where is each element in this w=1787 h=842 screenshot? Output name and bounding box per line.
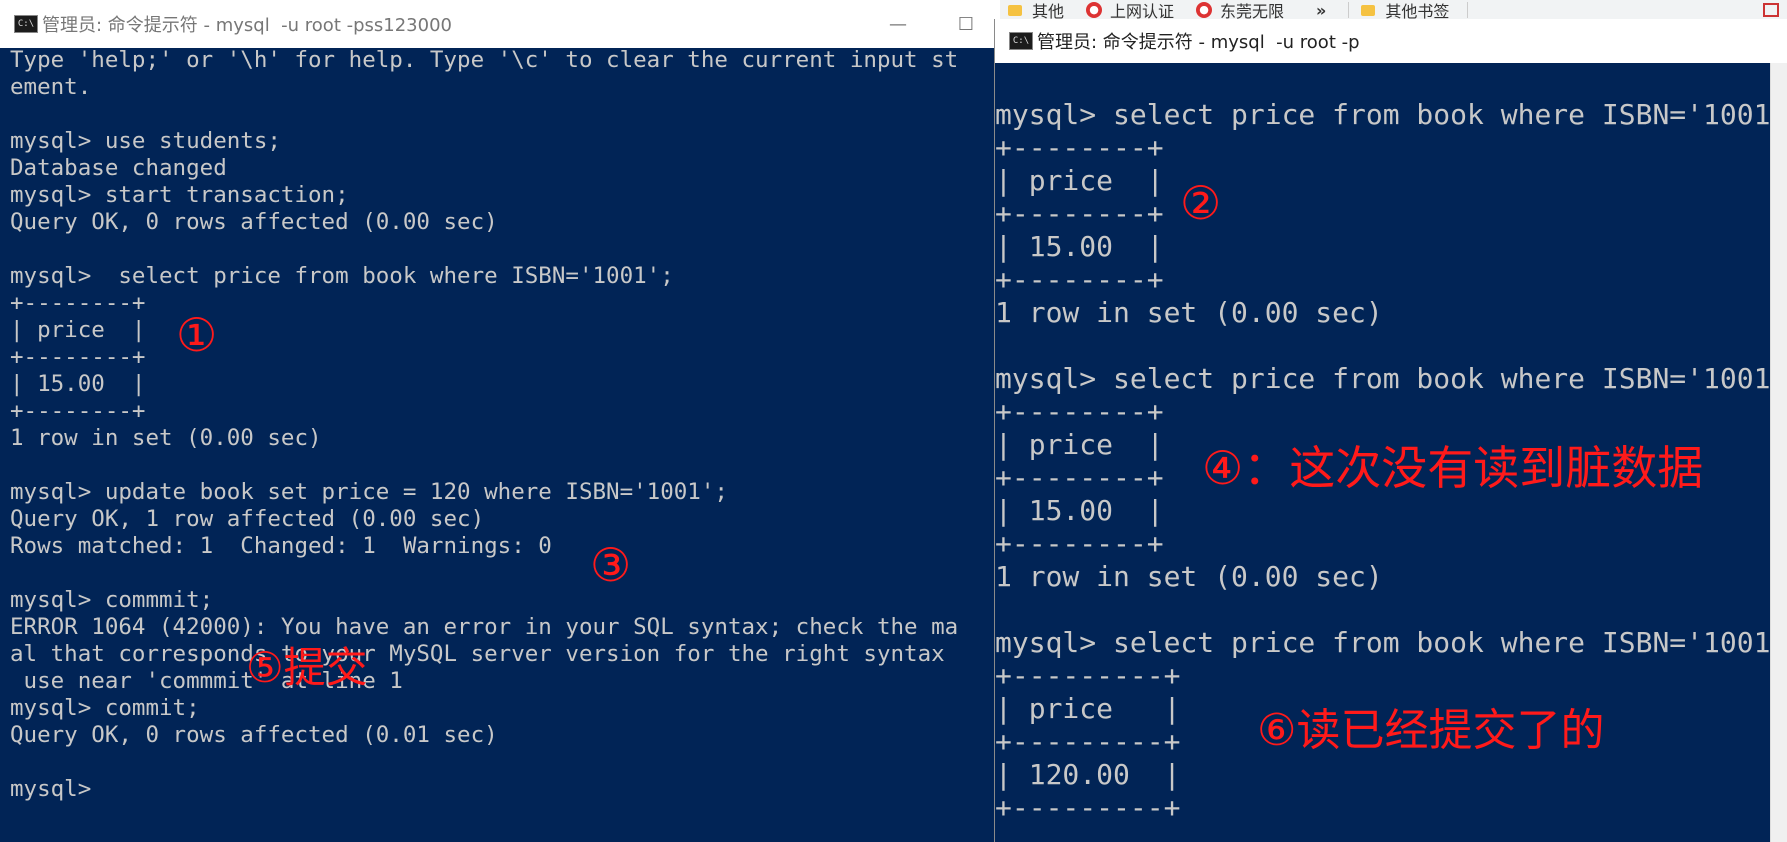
console-line: | 120.00 |	[995, 758, 1181, 791]
console-output[interactable]: Type 'help;' or '\h' for help. Type '\c'…	[10, 47, 1000, 803]
reading-list-icon[interactable]	[1763, 3, 1779, 17]
folder-icon	[1361, 4, 1376, 16]
window-title: 管理员: 命令提示符 - mysql -u root -pss123000	[42, 15, 452, 36]
separator	[1348, 2, 1350, 18]
console-line: mysql> start transaction;	[10, 182, 349, 208]
bookmark-dongguan[interactable]: ● 东莞无限	[1188, 0, 1298, 21]
console-line: Query OK, 1 row affected (0.00 sec)	[10, 506, 485, 532]
console-line: Query OK, 0 rows affected (0.01 sec)	[10, 722, 498, 748]
maximize-button[interactable]: ☐	[932, 0, 1000, 48]
minimize-button[interactable]: —	[864, 0, 932, 48]
console-line: +--------+	[995, 263, 1164, 296]
annotation-step-5: ⑤提交	[246, 643, 368, 692]
console-line: | 15.00 |	[995, 494, 1164, 527]
console-line: ement.	[10, 74, 92, 100]
console-line: | 15.00 |	[995, 230, 1164, 263]
console-line: ERROR 1064 (42000): You have an error in…	[10, 614, 959, 640]
console-line: mysql>	[10, 776, 92, 802]
console-line: +--------+	[995, 527, 1164, 560]
console-line: +--------+	[10, 290, 146, 316]
console-line: mysql> select price from book where ISBN…	[10, 263, 674, 289]
console-line: al that corresponds to your MySQL server…	[10, 641, 945, 667]
console-line: +--------+	[10, 344, 146, 370]
console-line: mysql> select price from book where ISBN…	[995, 98, 1787, 131]
window-controls: — ☐	[864, 0, 1000, 48]
console-line: +--------+	[995, 197, 1164, 230]
globe-icon: ●	[1196, 2, 1213, 18]
annotation-step-6: ⑥读已经提交了的	[1257, 705, 1605, 756]
console-line: +--------+	[10, 398, 146, 424]
annotation-step-4: ④：这次没有读到脏数据	[1202, 441, 1704, 495]
console-line: +--------+	[995, 131, 1164, 164]
annotation-step-2: ②	[1180, 176, 1222, 230]
window-title: 管理员: 命令提示符 - mysql -u root -p	[1037, 32, 1360, 53]
console-line: use near 'commmit' at line 1	[10, 668, 403, 694]
console-line: mysql> commit;	[10, 695, 200, 721]
console-line: | price |	[10, 317, 146, 343]
console-line: +---------+	[995, 659, 1181, 692]
console-line: mysql> select price from book where ISBN…	[995, 362, 1787, 395]
bookmark-other-bookmarks[interactable]: 其他书签	[1353, 0, 1463, 21]
console-line: +--------+	[995, 395, 1164, 428]
console-line: mysql> select price from book where ISBN…	[995, 626, 1787, 659]
bookmark-network-auth[interactable]: ● 上网认证	[1078, 0, 1188, 21]
console-line: | price |	[995, 164, 1164, 197]
globe-icon: ●	[1086, 2, 1103, 18]
window-titlebar[interactable]: C:\ 管理员: 命令提示符 - mysql -u root -p	[995, 19, 1787, 63]
cmd-icon: C:\	[14, 15, 38, 33]
console-line: mysql> commmit;	[10, 587, 214, 613]
console-line: mysql> use students;	[10, 128, 281, 154]
window-titlebar[interactable]: C:\ 管理员: 命令提示符 - mysql -u root -pss12300…	[0, 0, 1000, 48]
console-line: +---------+	[995, 791, 1181, 824]
console-line: 1 row in set (0.00 sec)	[10, 425, 322, 451]
annotation-step-1: ①	[176, 308, 218, 362]
bookmarks-bar: 其他 ● 上网认证 ● 东莞无限 » 其他书签	[1000, 0, 1787, 21]
maximize-icon: ☐	[957, 13, 975, 35]
console-line: Database changed	[10, 155, 227, 181]
bookmarks-overflow-button[interactable]: »	[1298, 0, 1344, 20]
minimize-icon: —	[889, 13, 907, 35]
console-line: 1 row in set (0.00 sec)	[995, 296, 1383, 329]
cmd-icon: C:\	[1009, 32, 1033, 50]
vertical-scrollbar[interactable]	[1770, 63, 1787, 842]
console-line: 1 row in set (0.00 sec)	[995, 560, 1383, 593]
console-window-left[interactable]: C:\ 管理员: 命令提示符 - mysql -u root -pss12300…	[0, 0, 1000, 842]
console-line: mysql> update book set price = 120 where…	[10, 479, 728, 505]
annotation-step-3: ③	[590, 538, 632, 592]
console-line: Query OK, 0 rows affected (0.00 sec)	[10, 209, 498, 235]
console-line: | 15.00 |	[10, 371, 146, 397]
console-line: Type 'help;' or '\h' for help. Type '\c'…	[10, 47, 959, 73]
folder-icon	[1008, 4, 1022, 16]
separator	[1467, 2, 1469, 18]
bookmark-other[interactable]: 其他	[1000, 0, 1078, 21]
console-line: Rows matched: 1 Changed: 1 Warnings: 0	[10, 533, 552, 559]
